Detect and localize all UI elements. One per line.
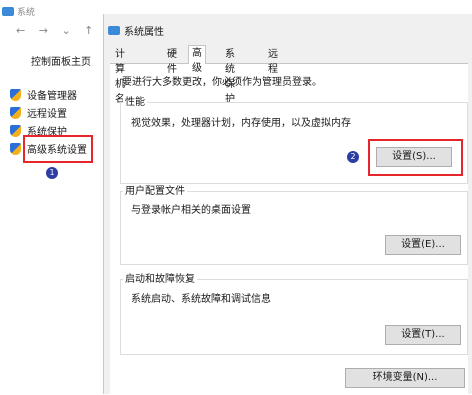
startup-recovery-description: 系统启动、系统故障和调试信息 (131, 294, 271, 305)
sidebar-item-label: 远程设置 (27, 109, 67, 120)
navigation-bar: ← → ⌄ ↑ (16, 24, 103, 37)
performance-settings-button[interactable]: 设置(S)... (376, 147, 452, 167)
user-profiles-settings-button[interactable]: 设置(E)... (385, 235, 461, 255)
startup-recovery-label: 启动和故障恢复 (123, 274, 197, 286)
dialog-title: 系统属性 (108, 20, 164, 39)
chevron-down-icon[interactable]: ⌄ (61, 24, 70, 37)
shield-icon (10, 88, 21, 101)
admin-notice: 要进行大多数更改，你必须作为管理员登录。 (122, 77, 322, 88)
tab-advanced[interactable]: 高级 (188, 45, 206, 74)
environment-variables-button[interactable]: 环境变量(N)... (345, 368, 465, 388)
back-window-title: 系统 (2, 1, 35, 18)
back-arrow-icon[interactable]: ← (16, 24, 25, 37)
highlight-box-advanced-settings (23, 135, 93, 163)
sidebar-item-system-protection[interactable]: 系统保护 (10, 120, 67, 138)
up-arrow-icon[interactable]: ↑ (84, 24, 93, 37)
tab-computer-name[interactable]: 计算机名 (112, 47, 128, 105)
shield-icon (10, 142, 21, 155)
shield-icon (10, 124, 21, 137)
user-profiles-description: 与登录帐户相关的桌面设置 (131, 205, 251, 216)
control-panel-home-link[interactable]: 控制面板主页 (31, 57, 91, 69)
computer-icon (2, 7, 14, 16)
user-profiles-label: 用户配置文件 (123, 186, 187, 198)
computer-icon (108, 26, 120, 35)
shield-icon (10, 106, 21, 119)
performance-description: 视觉效果，处理器计划，内存使用，以及虚拟内存 (131, 118, 351, 129)
forward-arrow-icon[interactable]: → (39, 24, 48, 37)
tab-system-protection[interactable]: 系统保护 (222, 47, 238, 105)
performance-label: 性能 (123, 97, 147, 109)
startup-recovery-settings-button[interactable]: 设置(T)... (385, 325, 461, 345)
sidebar-item-device-manager[interactable]: 设备管理器 (10, 84, 77, 102)
sidebar-item-remote-settings[interactable]: 远程设置 (10, 102, 67, 120)
annotation-badge-2: 2 (347, 151, 359, 163)
sidebar-item-label: 设备管理器 (27, 91, 77, 102)
tab-hardware[interactable]: 硬件 (164, 47, 180, 75)
annotation-badge-1: 1 (46, 167, 58, 179)
tab-remote[interactable]: 远程 (265, 47, 281, 75)
